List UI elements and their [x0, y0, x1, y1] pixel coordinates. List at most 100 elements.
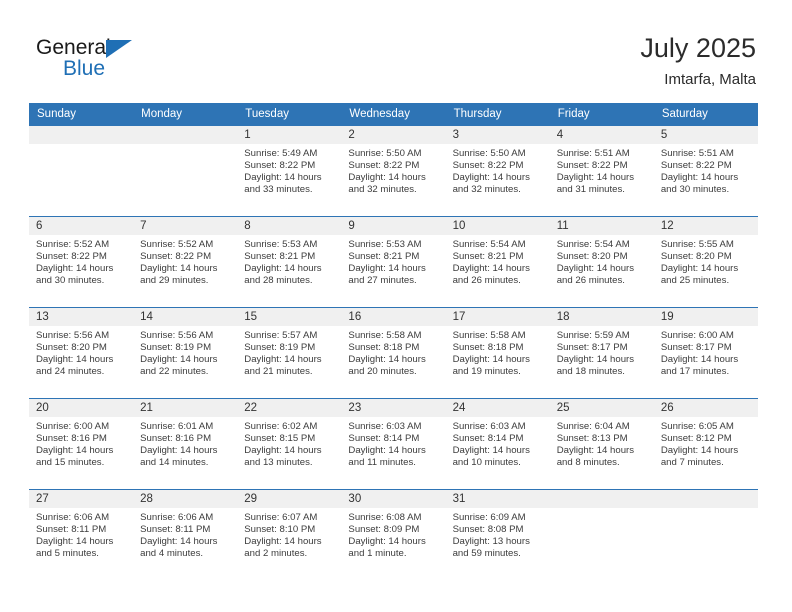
daylight-text-line2: and 25 minutes. — [660, 275, 730, 287]
day-cell[interactable]: 25 Sunrise: 6:04 AM Sunset: 8:13 PM Dayl… — [549, 398, 654, 490]
daylight-text-line2: and 14 minutes. — [140, 457, 209, 469]
daylight-text-line2: and 18 minutes. — [556, 366, 625, 378]
sunrise-text: Sunrise: 5:56 AM — [36, 330, 110, 341]
day-cell[interactable]: 11 Sunrise: 5:54 AM Sunset: 8:20 PM Dayl… — [549, 216, 654, 308]
day-number — [549, 490, 654, 508]
day-number: 22 — [237, 399, 342, 417]
daylight-text-line2: and 8 minutes. — [556, 457, 620, 469]
weekday-header-thursday: Thursday — [445, 103, 550, 126]
daylight-text-line2: and 5 minutes. — [36, 548, 99, 560]
day-cell[interactable]: 10 Sunrise: 5:54 AM Sunset: 8:21 PM Dayl… — [445, 216, 550, 308]
day-cell[interactable]: 8 Sunrise: 5:53 AM Sunset: 8:21 PM Dayli… — [237, 216, 342, 308]
daylight-text-line1: Daylight: 14 hours — [36, 536, 114, 548]
day-number — [653, 490, 758, 508]
weekday-header-monday: Monday — [133, 103, 238, 126]
location-subtitle: Imtarfa, Malta — [664, 71, 756, 88]
day-cell[interactable]: 23 Sunrise: 6:03 AM Sunset: 8:14 PM Dayl… — [341, 398, 446, 490]
sunset-text: Sunset: 8:21 PM — [348, 251, 420, 263]
logo-triangle-icon — [106, 40, 132, 58]
day-cell[interactable]: 15 Sunrise: 5:57 AM Sunset: 8:19 PM Dayl… — [237, 307, 342, 399]
page-title: July 2025 — [640, 33, 756, 63]
daylight-text-line1: Daylight: 14 hours — [348, 263, 426, 275]
daylight-text-line2: and 59 minutes. — [452, 548, 521, 560]
day-number: 18 — [549, 308, 654, 326]
day-cell[interactable]: 5 Sunrise: 5:51 AM Sunset: 8:22 PM Dayli… — [653, 126, 758, 217]
day-number: 25 — [549, 399, 654, 417]
week-row: 6 Sunrise: 5:52 AM Sunset: 8:22 PM Dayli… — [29, 216, 758, 308]
daylight-text-line1: Daylight: 14 hours — [556, 172, 635, 184]
sunset-text: Sunset: 8:22 PM — [452, 160, 524, 172]
week-row: 27 Sunrise: 6:06 AM Sunset: 8:11 PM Dayl… — [29, 489, 758, 580]
sunrise-text: Sunrise: 6:00 AM — [36, 421, 110, 432]
day-cell[interactable]: 1 Sunrise: 5:49 AM Sunset: 8:22 PM Dayli… — [237, 126, 342, 217]
day-cell[interactable]: 20 Sunrise: 6:00 AM Sunset: 8:16 PM Dayl… — [29, 398, 134, 490]
daylight-text-line1: Daylight: 14 hours — [348, 536, 426, 548]
sunset-text: Sunset: 8:21 PM — [244, 251, 316, 263]
day-cell[interactable]: 2 Sunrise: 5:50 AM Sunset: 8:22 PM Dayli… — [341, 126, 446, 217]
day-cell[interactable]: 21 Sunrise: 6:01 AM Sunset: 8:16 PM Dayl… — [133, 398, 238, 490]
day-cell[interactable]: 14 Sunrise: 5:56 AM Sunset: 8:19 PM Dayl… — [133, 307, 238, 399]
day-number — [133, 126, 238, 144]
day-number: 21 — [133, 399, 238, 417]
sunset-text: Sunset: 8:16 PM — [36, 433, 107, 445]
day-number: 20 — [29, 399, 134, 417]
day-number: 27 — [29, 490, 134, 508]
day-cell[interactable]: 9 Sunrise: 5:53 AM Sunset: 8:21 PM Dayli… — [341, 216, 446, 308]
day-cell[interactable]: 30 Sunrise: 6:08 AM Sunset: 8:09 PM Dayl… — [341, 489, 446, 580]
day-cell[interactable]: 16 Sunrise: 5:58 AM Sunset: 8:18 PM Dayl… — [341, 307, 446, 399]
day-cell[interactable]: 7 Sunrise: 5:52 AM Sunset: 8:22 PM Dayli… — [133, 216, 238, 308]
day-cell[interactable]: 18 Sunrise: 5:59 AM Sunset: 8:17 PM Dayl… — [549, 307, 654, 399]
sunset-text: Sunset: 8:12 PM — [660, 433, 732, 445]
daylight-text-line2: and 29 minutes. — [140, 275, 209, 287]
weekday-header-row: Sunday Monday Tuesday Wednesday Thursday… — [29, 103, 758, 126]
sunrise-text: Sunrise: 5:51 AM — [660, 148, 734, 159]
day-cell[interactable]: 22 Sunrise: 6:02 AM Sunset: 8:15 PM Dayl… — [237, 398, 342, 490]
day-cell[interactable] — [29, 126, 134, 217]
day-cell[interactable]: 6 Sunrise: 5:52 AM Sunset: 8:22 PM Dayli… — [29, 216, 134, 308]
sunset-text: Sunset: 8:16 PM — [140, 433, 212, 445]
day-cell[interactable]: 31 Sunrise: 6:09 AM Sunset: 8:08 PM Dayl… — [445, 489, 550, 580]
daylight-text-line2: and 31 minutes. — [556, 184, 625, 196]
sunrise-text: Sunrise: 5:49 AM — [244, 148, 318, 159]
sunset-text: Sunset: 8:22 PM — [36, 251, 107, 263]
day-cell[interactable] — [653, 489, 758, 580]
day-cell[interactable] — [549, 489, 654, 580]
sunrise-text: Sunrise: 5:53 AM — [348, 239, 422, 250]
day-cell[interactable]: 27 Sunrise: 6:06 AM Sunset: 8:11 PM Dayl… — [29, 489, 134, 580]
sunset-text: Sunset: 8:22 PM — [140, 251, 212, 263]
day-cell[interactable]: 4 Sunrise: 5:51 AM Sunset: 8:22 PM Dayli… — [549, 126, 654, 217]
day-cell[interactable]: 17 Sunrise: 5:58 AM Sunset: 8:18 PM Dayl… — [445, 307, 550, 399]
day-cell[interactable]: 12 Sunrise: 5:55 AM Sunset: 8:20 PM Dayl… — [653, 216, 758, 308]
daylight-text-line2: and 10 minutes. — [452, 457, 521, 469]
day-cell[interactable]: 24 Sunrise: 6:03 AM Sunset: 8:14 PM Dayl… — [445, 398, 550, 490]
daylight-text-line1: Daylight: 14 hours — [140, 445, 218, 457]
daylight-text-line1: Daylight: 14 hours — [660, 354, 739, 366]
day-cell[interactable]: 3 Sunrise: 5:50 AM Sunset: 8:22 PM Dayli… — [445, 126, 550, 217]
day-cell[interactable]: 29 Sunrise: 6:07 AM Sunset: 8:10 PM Dayl… — [237, 489, 342, 580]
sunset-text: Sunset: 8:20 PM — [36, 342, 107, 354]
daylight-text-line2: and 30 minutes. — [660, 184, 730, 196]
day-cell[interactable]: 28 Sunrise: 6:06 AM Sunset: 8:11 PM Dayl… — [133, 489, 238, 580]
sunset-text: Sunset: 8:08 PM — [452, 524, 524, 536]
sunrise-text: Sunrise: 5:56 AM — [140, 330, 214, 341]
sunrise-text: Sunrise: 5:50 AM — [348, 148, 422, 159]
day-cell[interactable]: 19 Sunrise: 6:00 AM Sunset: 8:17 PM Dayl… — [653, 307, 758, 399]
sunset-text: Sunset: 8:11 PM — [140, 524, 211, 536]
daylight-text-line1: Daylight: 14 hours — [140, 263, 218, 275]
sunset-text: Sunset: 8:22 PM — [660, 160, 732, 172]
sunrise-text: Sunrise: 5:54 AM — [556, 239, 630, 250]
daylight-text-line1: Daylight: 14 hours — [452, 354, 530, 366]
sunset-text: Sunset: 8:19 PM — [140, 342, 212, 354]
day-cell[interactable]: 26 Sunrise: 6:05 AM Sunset: 8:12 PM Dayl… — [653, 398, 758, 490]
daylight-text-line1: Daylight: 14 hours — [140, 354, 218, 366]
daylight-text-line2: and 22 minutes. — [140, 366, 209, 378]
day-cell[interactable]: 13 Sunrise: 5:56 AM Sunset: 8:20 PM Dayl… — [29, 307, 134, 399]
calendar-table: Sunday Monday Tuesday Wednesday Thursday… — [29, 103, 758, 580]
sunset-text: Sunset: 8:14 PM — [348, 433, 420, 445]
sunrise-text: Sunrise: 6:04 AM — [556, 421, 630, 432]
daylight-text-line2: and 32 minutes. — [348, 184, 417, 196]
sunset-text: Sunset: 8:11 PM — [36, 524, 107, 536]
day-cell[interactable] — [133, 126, 238, 217]
daylight-text-line1: Daylight: 14 hours — [452, 445, 530, 457]
day-number: 31 — [445, 490, 550, 508]
